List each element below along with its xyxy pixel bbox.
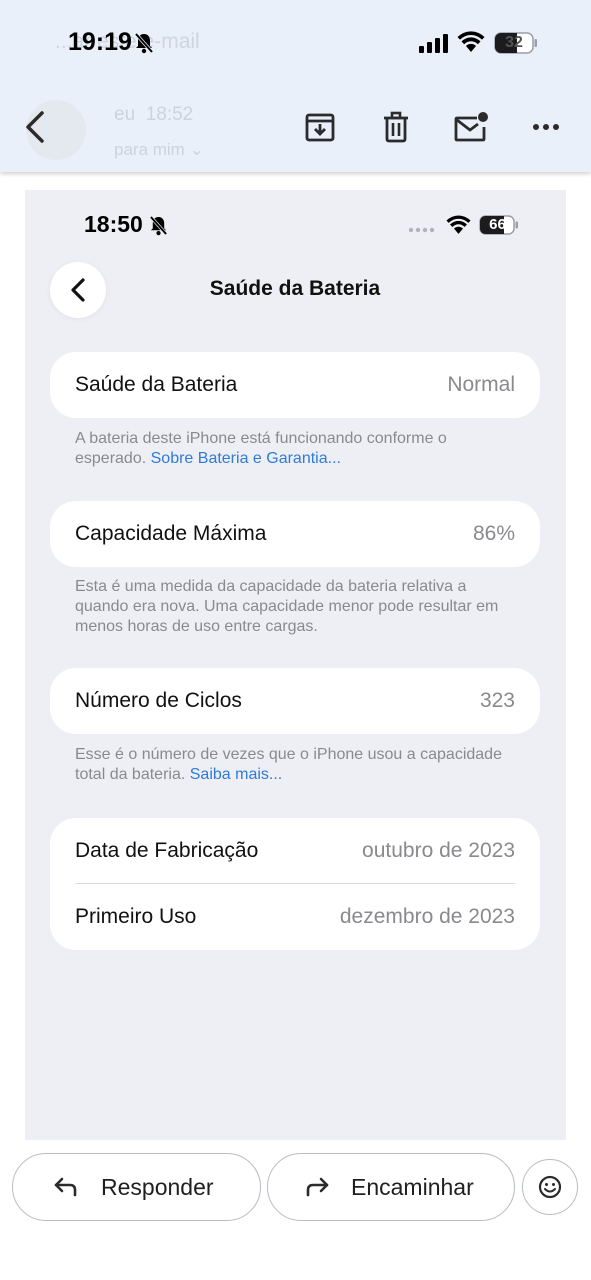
battery-level: 32 — [505, 34, 523, 51]
mark-unread-button[interactable] — [449, 105, 493, 149]
status-time: 19:19 — [68, 28, 132, 56]
forward-icon — [306, 1177, 329, 1197]
manufacture-date-row: Data de Fabricação outubro de 2023 — [75, 818, 515, 884]
battery-health-label: Saúde da Bateria — [75, 373, 238, 396]
sender-name-ghost: eu 18:52 — [114, 104, 194, 125]
chevron-left-icon — [71, 278, 85, 302]
emoji-icon — [538, 1175, 562, 1199]
wifi-icon — [457, 31, 485, 52]
back-button[interactable] — [12, 104, 58, 150]
delete-button[interactable] — [374, 105, 418, 149]
forward-button[interactable]: Encaminhar — [267, 1153, 515, 1221]
first-use-row: Primeiro Uso dezembro de 2023 — [75, 884, 515, 950]
cycle-count-card: Número de Ciclos 323 — [50, 668, 540, 734]
dates-card: Data de Fabricação outubro de 2023 Prime… — [50, 818, 540, 950]
learn-more-link: Saiba mais... — [189, 766, 283, 783]
cycle-count-row: Número de Ciclos 323 — [75, 668, 515, 734]
embedded-status-time: 18:50 — [84, 211, 143, 237]
archive-button[interactable] — [298, 105, 342, 149]
manufacture-date-value: outubro de 2023 — [362, 839, 515, 862]
recipient-ghost: para mim ⌄ — [114, 140, 204, 159]
archive-icon — [305, 113, 335, 142]
max-capacity-note: Esta é uma medida da capacidade da bater… — [75, 578, 499, 635]
reply-button[interactable]: Responder — [12, 1153, 261, 1221]
battery-health-card: Saúde da Bateria Normal — [50, 352, 540, 418]
reply-label: Responder — [101, 1174, 214, 1200]
cellular-signal-icon — [419, 34, 448, 53]
max-capacity-card: Capacidade Máxima 86% — [50, 501, 540, 567]
reply-icon — [54, 1177, 77, 1197]
embedded-battery-level: 66 — [489, 216, 506, 233]
silent-bell-icon — [134, 32, 154, 54]
back-arrow-icon — [26, 111, 44, 143]
max-capacity-row: Capacidade Máxima 86% — [75, 501, 515, 567]
forward-label: Encaminhar — [351, 1174, 474, 1200]
battery-warranty-link: Sobre Bateria e Garantia... — [150, 450, 341, 467]
silent-bell-icon — [149, 215, 168, 236]
cycle-count-note: Esse é o número de vezes que o iPhone us… — [75, 746, 502, 783]
battery-health-value: Normal — [447, 373, 515, 396]
more-horizontal-icon — [533, 124, 559, 130]
emoji-reaction-button[interactable] — [522, 1159, 578, 1215]
cycle-count-label: Número de Ciclos — [75, 689, 242, 712]
attached-screenshot: 18:50 66 Saúde da Bateria Saúde da Bater… — [25, 190, 566, 1140]
email-header: ...ar este e-mail eu 18:52 para mim ⌄ 19… — [0, 0, 591, 172]
settings-back-button — [50, 262, 106, 318]
page-title: Saúde da Bateria — [209, 277, 381, 300]
mail-unread-icon — [454, 112, 488, 142]
manufacture-date-label: Data de Fabricação — [75, 839, 259, 862]
no-signal-icon — [408, 227, 435, 233]
first-use-value: dezembro de 2023 — [339, 905, 515, 928]
cycle-count-value: 323 — [479, 689, 515, 712]
wifi-icon — [446, 215, 471, 234]
max-capacity-value: 86% — [472, 522, 515, 545]
first-use-label: Primeiro Uso — [75, 905, 197, 928]
max-capacity-label: Capacidade Máxima — [75, 522, 267, 545]
trash-icon — [384, 111, 408, 143]
battery-health-note: A bateria deste iPhone está funcionando … — [75, 430, 447, 467]
more-options-button[interactable] — [524, 105, 568, 149]
battery-health-row: Saúde da Bateria Normal — [75, 352, 515, 418]
